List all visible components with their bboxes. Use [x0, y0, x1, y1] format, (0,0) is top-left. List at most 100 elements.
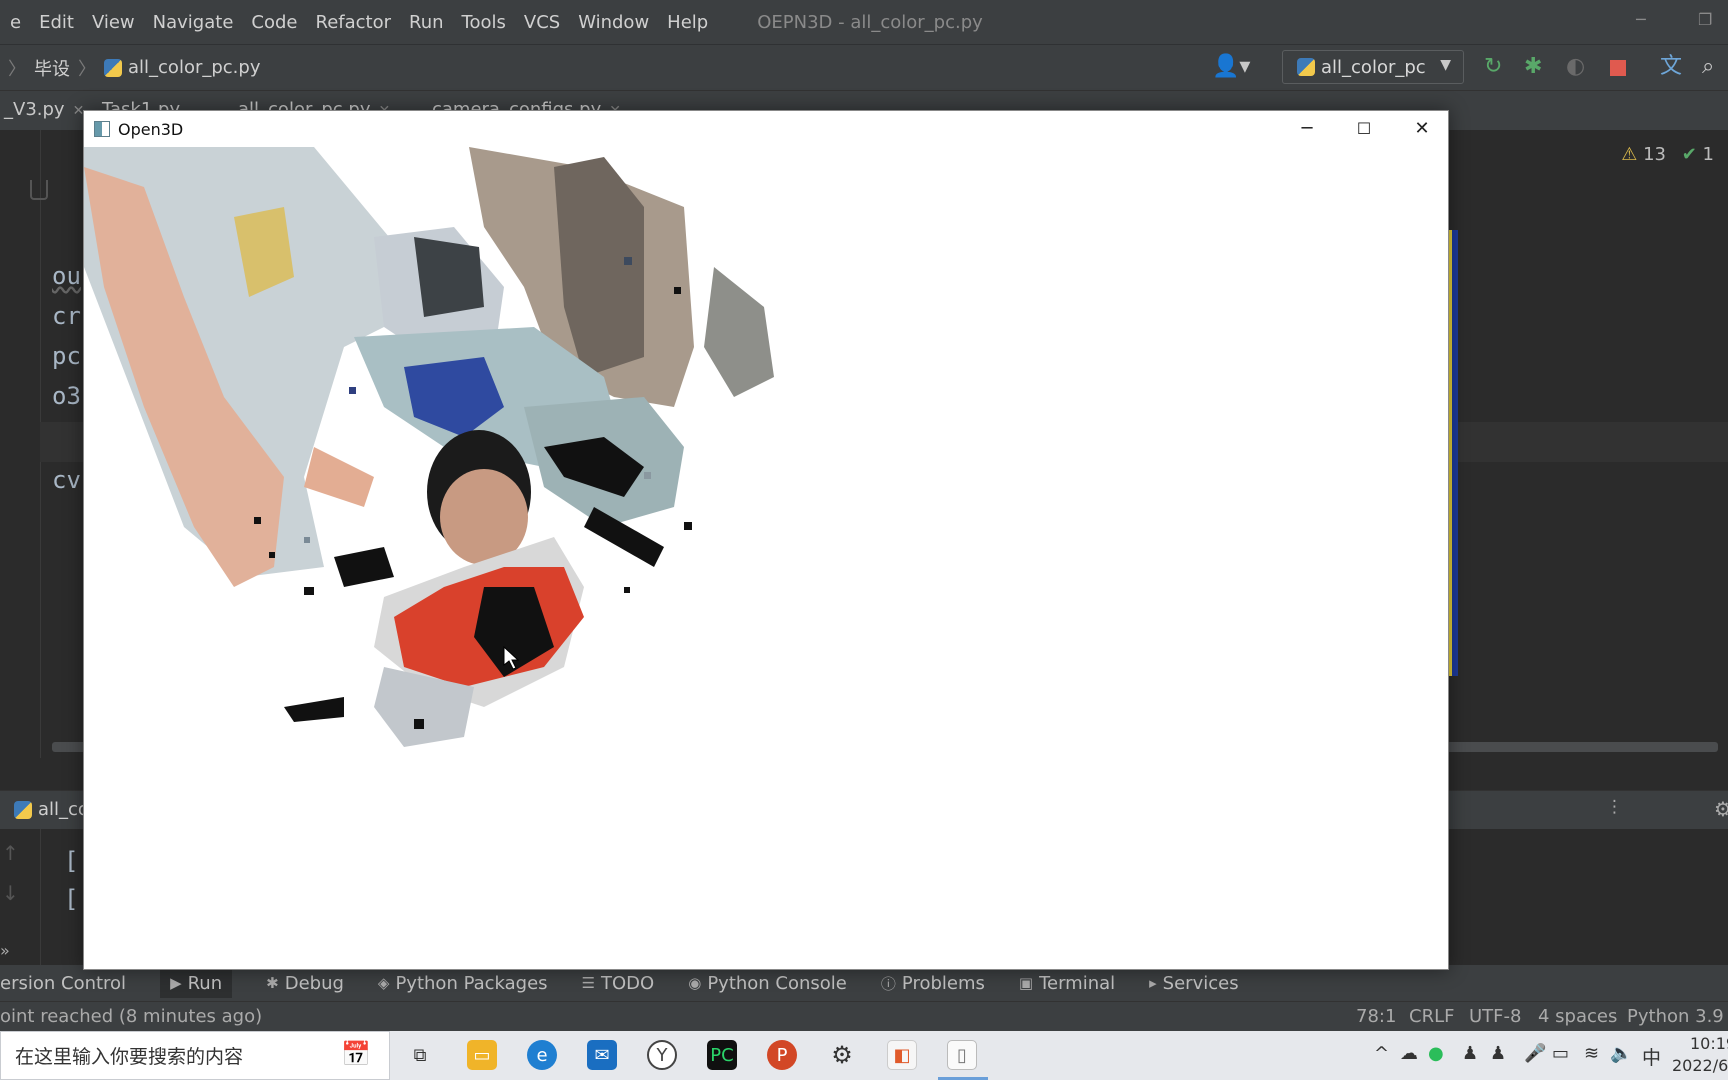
debug-tool[interactable]: ✱ Debug: [266, 973, 344, 994]
background-image-strip: [1449, 230, 1458, 676]
file-encoding[interactable]: UTF-8: [1469, 1006, 1521, 1027]
mail-icon[interactable]: ✉: [587, 1040, 617, 1070]
user-icon[interactable]: 👤▾: [1212, 55, 1250, 79]
battery-icon[interactable]: ▭: [1552, 1043, 1569, 1064]
rerun-icon[interactable]: ↻: [1484, 55, 1502, 79]
coverage-icon[interactable]: ◐: [1566, 55, 1585, 79]
open3d-app-icon[interactable]: ◧: [887, 1040, 917, 1070]
services-icon: ▸: [1149, 974, 1157, 992]
taskbar-search[interactable]: 在这里输入你要搜索的内容 📅: [0, 1031, 390, 1080]
edge-icon[interactable]: e: [527, 1040, 557, 1070]
python-packages-tool[interactable]: ◈ Python Packages: [378, 973, 548, 994]
translate-icon[interactable]: 文: [1660, 55, 1682, 79]
task-view-icon[interactable]: ⧉: [405, 1040, 435, 1070]
python-interpreter[interactable]: Python 3.9 (l: [1627, 1006, 1728, 1027]
caret-position[interactable]: 78:1: [1356, 1006, 1396, 1027]
menu-vcs[interactable]: VCS: [515, 12, 569, 33]
clock-app-icon[interactable]: Y: [647, 1040, 677, 1070]
inspection-widget[interactable]: ⚠ 13 ✔ 1: [1621, 144, 1714, 165]
breadcrumb-folder[interactable]: 毕设: [34, 55, 70, 81]
menu-tools[interactable]: Tools: [453, 12, 515, 33]
open3d-title-bar[interactable]: Open3D ─ ☐ ✕: [84, 111, 1448, 147]
debug-bug-icon[interactable]: ✱: [1524, 55, 1542, 79]
close-icon[interactable]: ✕: [1402, 115, 1442, 143]
chevron-up-icon[interactable]: ^: [1374, 1043, 1389, 1064]
minimize-icon[interactable]: ─: [1287, 115, 1327, 143]
tab-v3[interactable]: _V3.py ✕: [4, 99, 84, 120]
run-tab-label: all_co: [38, 799, 89, 820]
menu-refactor[interactable]: Refactor: [307, 12, 401, 33]
open3d-window[interactable]: Open3D ─ ☐ ✕: [83, 110, 1449, 970]
point-cloud-region: [284, 697, 344, 722]
clock-time[interactable]: 10:19: [1690, 1034, 1728, 1053]
code-line[interactable]: ou: [52, 262, 81, 290]
more-options-icon[interactable]: ⋮: [1606, 797, 1623, 817]
services-tool[interactable]: ▸ Services: [1149, 973, 1238, 994]
input-method-indicator[interactable]: 中: [1642, 1043, 1661, 1070]
info-icon: ⓘ: [880, 974, 896, 993]
menu-edit[interactable]: Edit: [30, 12, 83, 33]
search-icon[interactable]: ⌕: [1702, 55, 1714, 79]
stop-icon[interactable]: [1610, 60, 1626, 76]
warning-icon: ⚠: [1621, 144, 1638, 165]
tool-label: ersion Control: [0, 972, 127, 994]
wifi-icon[interactable]: ≋: [1584, 1043, 1599, 1064]
wechat-icon[interactable]: ●: [1428, 1043, 1444, 1064]
menu-bar: e Edit View Navigate Code Refactor Run T…: [0, 0, 1728, 44]
bug-icon: ✱: [266, 974, 279, 992]
status-message[interactable]: oint reached (8 minutes ago): [0, 1006, 262, 1027]
settings-gear-icon[interactable]: ⚙: [827, 1040, 857, 1070]
powerpoint-icon[interactable]: P: [767, 1040, 797, 1070]
microphone-icon[interactable]: 🎤: [1524, 1043, 1546, 1064]
menu-file[interactable]: e: [0, 12, 30, 33]
menu-navigate[interactable]: Navigate: [144, 12, 243, 33]
terminal-tool[interactable]: ▣ Terminal: [1019, 973, 1115, 994]
cloud-icon[interactable]: ☁: [1400, 1043, 1418, 1064]
todo-tool[interactable]: ☰ TODO: [582, 973, 655, 994]
run-tool[interactable]: ▶ Run: [160, 968, 233, 998]
status-bar: oint reached (8 minutes ago) 78:1 CRLF U…: [0, 1001, 1728, 1031]
point-cloud-point: [684, 522, 692, 530]
point-cloud-point: [674, 287, 681, 294]
expand-icon[interactable]: »: [0, 941, 10, 960]
menu-help[interactable]: Help: [658, 12, 717, 33]
python-console-tool[interactable]: ◉ Python Console: [688, 973, 847, 994]
point-cloud-viewport[interactable]: [84, 147, 1448, 969]
run-configuration-select[interactable]: all_color_pc ▼: [1282, 50, 1464, 84]
menu-view[interactable]: View: [83, 12, 144, 33]
tool-label: Python Console: [707, 972, 847, 994]
clock-date[interactable]: 2022/6/: [1672, 1056, 1728, 1075]
point-cloud-region: [704, 267, 774, 397]
qq-icon[interactable]: ♟: [1462, 1043, 1478, 1064]
problems-tool[interactable]: ⓘ Problems: [881, 973, 985, 994]
file-explorer-icon[interactable]: ▭: [467, 1040, 497, 1070]
gear-icon[interactable]: ⚙: [1714, 797, 1728, 821]
indent-setting[interactable]: 4 spaces: [1538, 1006, 1617, 1027]
run-tab[interactable]: all_co: [14, 799, 89, 820]
code-line[interactable]: o3: [52, 382, 81, 410]
arrow-up-icon[interactable]: ↑: [2, 841, 19, 865]
version-control-tool[interactable]: ersion Control: [0, 973, 126, 994]
arrow-down-icon[interactable]: ↓: [2, 881, 19, 905]
pycharm-icon[interactable]: PC: [707, 1040, 737, 1070]
maximize-icon[interactable]: ☐: [1344, 115, 1384, 143]
menu-code[interactable]: Code: [242, 12, 306, 33]
point-cloud-point: [269, 552, 275, 558]
breadcrumb-file[interactable]: all_color_pc.py: [128, 57, 260, 78]
fold-icon[interactable]: [30, 180, 48, 200]
list-icon: ☰: [581, 974, 596, 992]
minimize-icon[interactable]: ─: [1636, 10, 1646, 29]
tool-label: Problems: [901, 972, 985, 994]
code-line[interactable]: cv: [52, 466, 81, 494]
window-title: OEPN3D - all_color_pc.py: [757, 11, 983, 33]
line-separator[interactable]: CRLF: [1409, 1006, 1454, 1027]
point-cloud-point: [349, 387, 356, 394]
calendar-icon: 📅: [341, 1040, 371, 1068]
volume-icon[interactable]: 🔈: [1610, 1043, 1632, 1064]
menu-window[interactable]: Window: [569, 12, 658, 33]
restore-icon[interactable]: ❐: [1698, 10, 1712, 29]
code-line[interactable]: pc: [52, 342, 81, 370]
menu-run[interactable]: Run: [400, 12, 453, 33]
code-line[interactable]: cr: [52, 302, 81, 330]
qq-icon[interactable]: ♟: [1490, 1043, 1506, 1064]
